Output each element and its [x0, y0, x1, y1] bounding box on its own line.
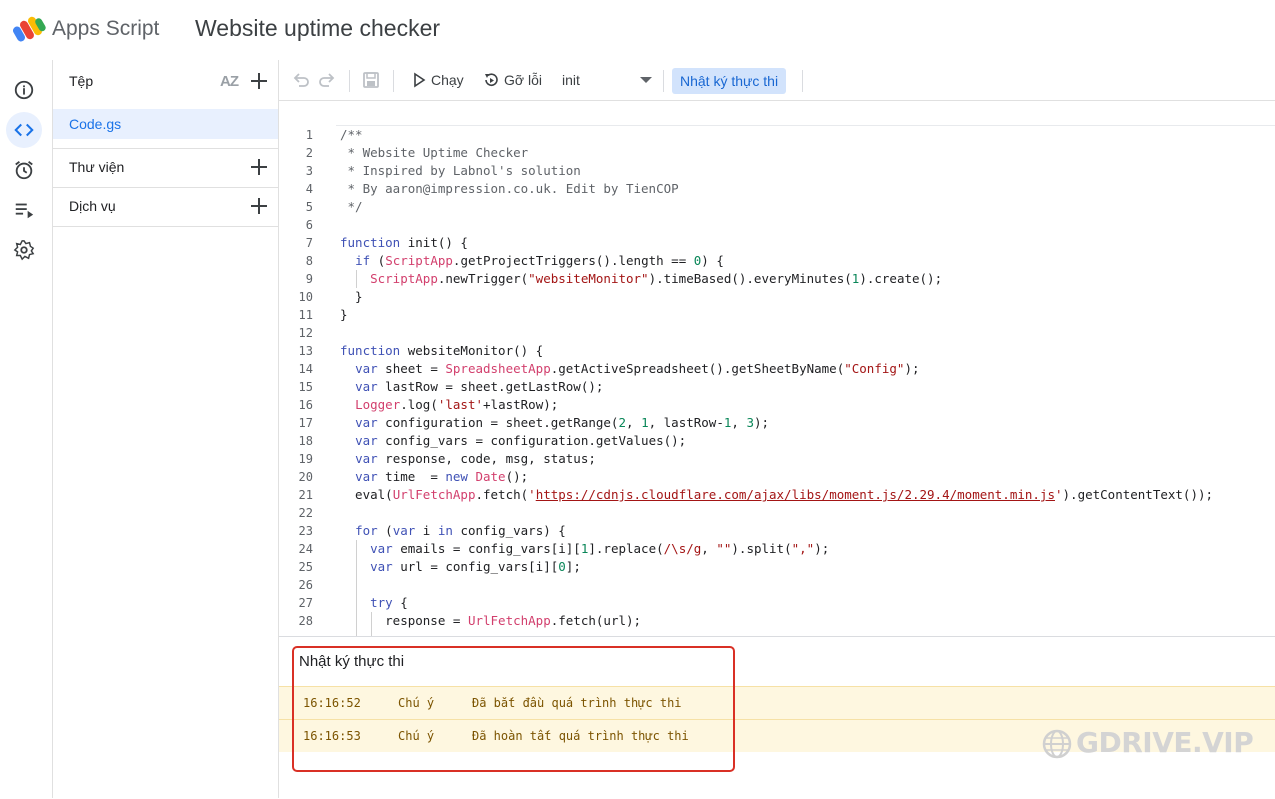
file-item-code-gs[interactable]: Code.gs	[53, 109, 278, 139]
code-line: 4 * By aaron@impression.co.uk. Edit by T…	[305, 181, 679, 196]
code-icon	[14, 123, 34, 137]
nav-rail	[0, 60, 53, 798]
project-title[interactable]: Website uptime checker	[195, 15, 440, 42]
code-line: 22	[298, 506, 313, 520]
code-line: 16 Logger.log('last'+lastRow);	[298, 397, 559, 412]
code-line: 21 eval(UrlFetchApp.fetch('https://cdnjs…	[298, 487, 1214, 502]
debug-label: Gỡ lỗi	[504, 72, 542, 88]
save-icon[interactable]	[361, 70, 381, 90]
apps-script-logo-icon[interactable]	[13, 14, 47, 44]
run-button[interactable]: Chạy	[409, 60, 469, 100]
gear-icon	[13, 240, 35, 261]
files-header: Tệp AZ	[53, 62, 278, 100]
undo-icon[interactable]	[291, 70, 311, 90]
chevron-down-icon	[640, 77, 652, 83]
toolbar-separator	[349, 70, 350, 92]
function-select[interactable]: init	[562, 72, 652, 88]
code-line: 18 var config_vars = configuration.getVa…	[298, 433, 687, 448]
code-line: 26	[298, 578, 313, 592]
code-line: 2 * Website Uptime Checker	[305, 145, 529, 160]
top-bar: Apps Script Website uptime checker	[0, 0, 1275, 60]
code-line: 11}	[298, 307, 348, 322]
globe-icon	[1042, 729, 1072, 759]
triggers-button[interactable]	[6, 152, 42, 188]
services-label: Dịch vụ	[69, 198, 116, 214]
libraries-row: Thư viện	[53, 148, 278, 186]
debug-icon	[485, 73, 498, 86]
code-line: 6	[305, 218, 313, 232]
code-line: 10 }	[298, 289, 363, 304]
toolbar-separator	[663, 70, 664, 92]
code-line: 27 try {	[298, 595, 408, 610]
add-service-icon[interactable]	[249, 196, 269, 216]
indent-guide	[371, 612, 372, 636]
function-selected-value: init	[562, 72, 580, 88]
code-line: 24 var emails = config_vars[i][1].replac…	[298, 541, 830, 556]
code-line: 25 var url = config_vars[i][0];	[298, 559, 581, 574]
executions-button[interactable]	[6, 192, 42, 228]
add-library-icon[interactable]	[249, 157, 269, 177]
code-line: 14 var sheet = SpreadsheetApp.getActiveS…	[298, 361, 920, 376]
code-line: 23 for (var i in config_vars) {	[298, 523, 566, 538]
code-editor[interactable]: 1/** 2 * Website Uptime Checker 3 * Insp…	[279, 101, 1275, 636]
sort-az-icon[interactable]: AZ	[220, 73, 239, 90]
divider	[53, 226, 278, 227]
code-line: 1/**	[305, 127, 363, 142]
toolbar-separator	[802, 70, 803, 92]
run-label: Chạy	[431, 72, 464, 88]
code-line: 12	[298, 326, 313, 340]
editor-toolbar: Chạy Gỡ lỗi init Nhật ký thực thi	[279, 60, 1275, 101]
add-file-icon[interactable]	[249, 71, 269, 91]
libraries-label: Thư viện	[69, 159, 125, 175]
redo-icon[interactable]	[317, 70, 337, 90]
watermark-text: GDRIVE.VIP	[1076, 726, 1254, 759]
code-line: 19 var response, code, msg, status;	[298, 451, 596, 466]
execution-log-button[interactable]: Nhật ký thực thi	[672, 68, 787, 94]
alarm-clock-icon	[15, 161, 33, 180]
play-icon	[414, 72, 426, 88]
code-line: 5 */	[305, 199, 363, 214]
overview-button[interactable]	[6, 72, 42, 108]
files-label: Tệp	[69, 73, 94, 89]
file-name: Code.gs	[69, 116, 122, 132]
files-panel: Tệp AZ Code.gs Thư viện Dịch vụ	[53, 60, 279, 798]
highlight-annotation-box	[292, 646, 735, 772]
code-line: 20 var time = new Date();	[298, 469, 529, 484]
toolbar-separator	[393, 70, 394, 92]
indent-guide	[356, 540, 357, 636]
indent-guide	[356, 270, 357, 288]
code-line: 17 var configuration = sheet.getRange(2,…	[298, 415, 770, 430]
playlist-play-icon	[15, 203, 34, 219]
code-line: 8 if (ScriptApp.getProjectTriggers().len…	[305, 253, 724, 268]
debug-button[interactable]: Gỡ lỗi	[483, 60, 549, 100]
code-line: 9 ScriptApp.newTrigger("websiteMonitor")…	[305, 271, 943, 286]
services-row: Dịch vụ	[53, 187, 278, 225]
code-line: 13 function websiteMonitor() {	[298, 343, 544, 358]
code-line: 28 response = UrlFetchApp.fetch(url);	[298, 613, 642, 628]
code-line: 3 * Inspired by Labnol's solution	[305, 163, 581, 178]
info-icon	[14, 80, 34, 100]
code-line: 7 function init() {	[305, 235, 468, 250]
app-name[interactable]: Apps Script	[52, 17, 159, 41]
editor-button[interactable]	[6, 112, 42, 148]
code-line: 15 var lastRow = sheet.getLastRow();	[298, 379, 604, 394]
settings-button[interactable]	[6, 232, 42, 268]
